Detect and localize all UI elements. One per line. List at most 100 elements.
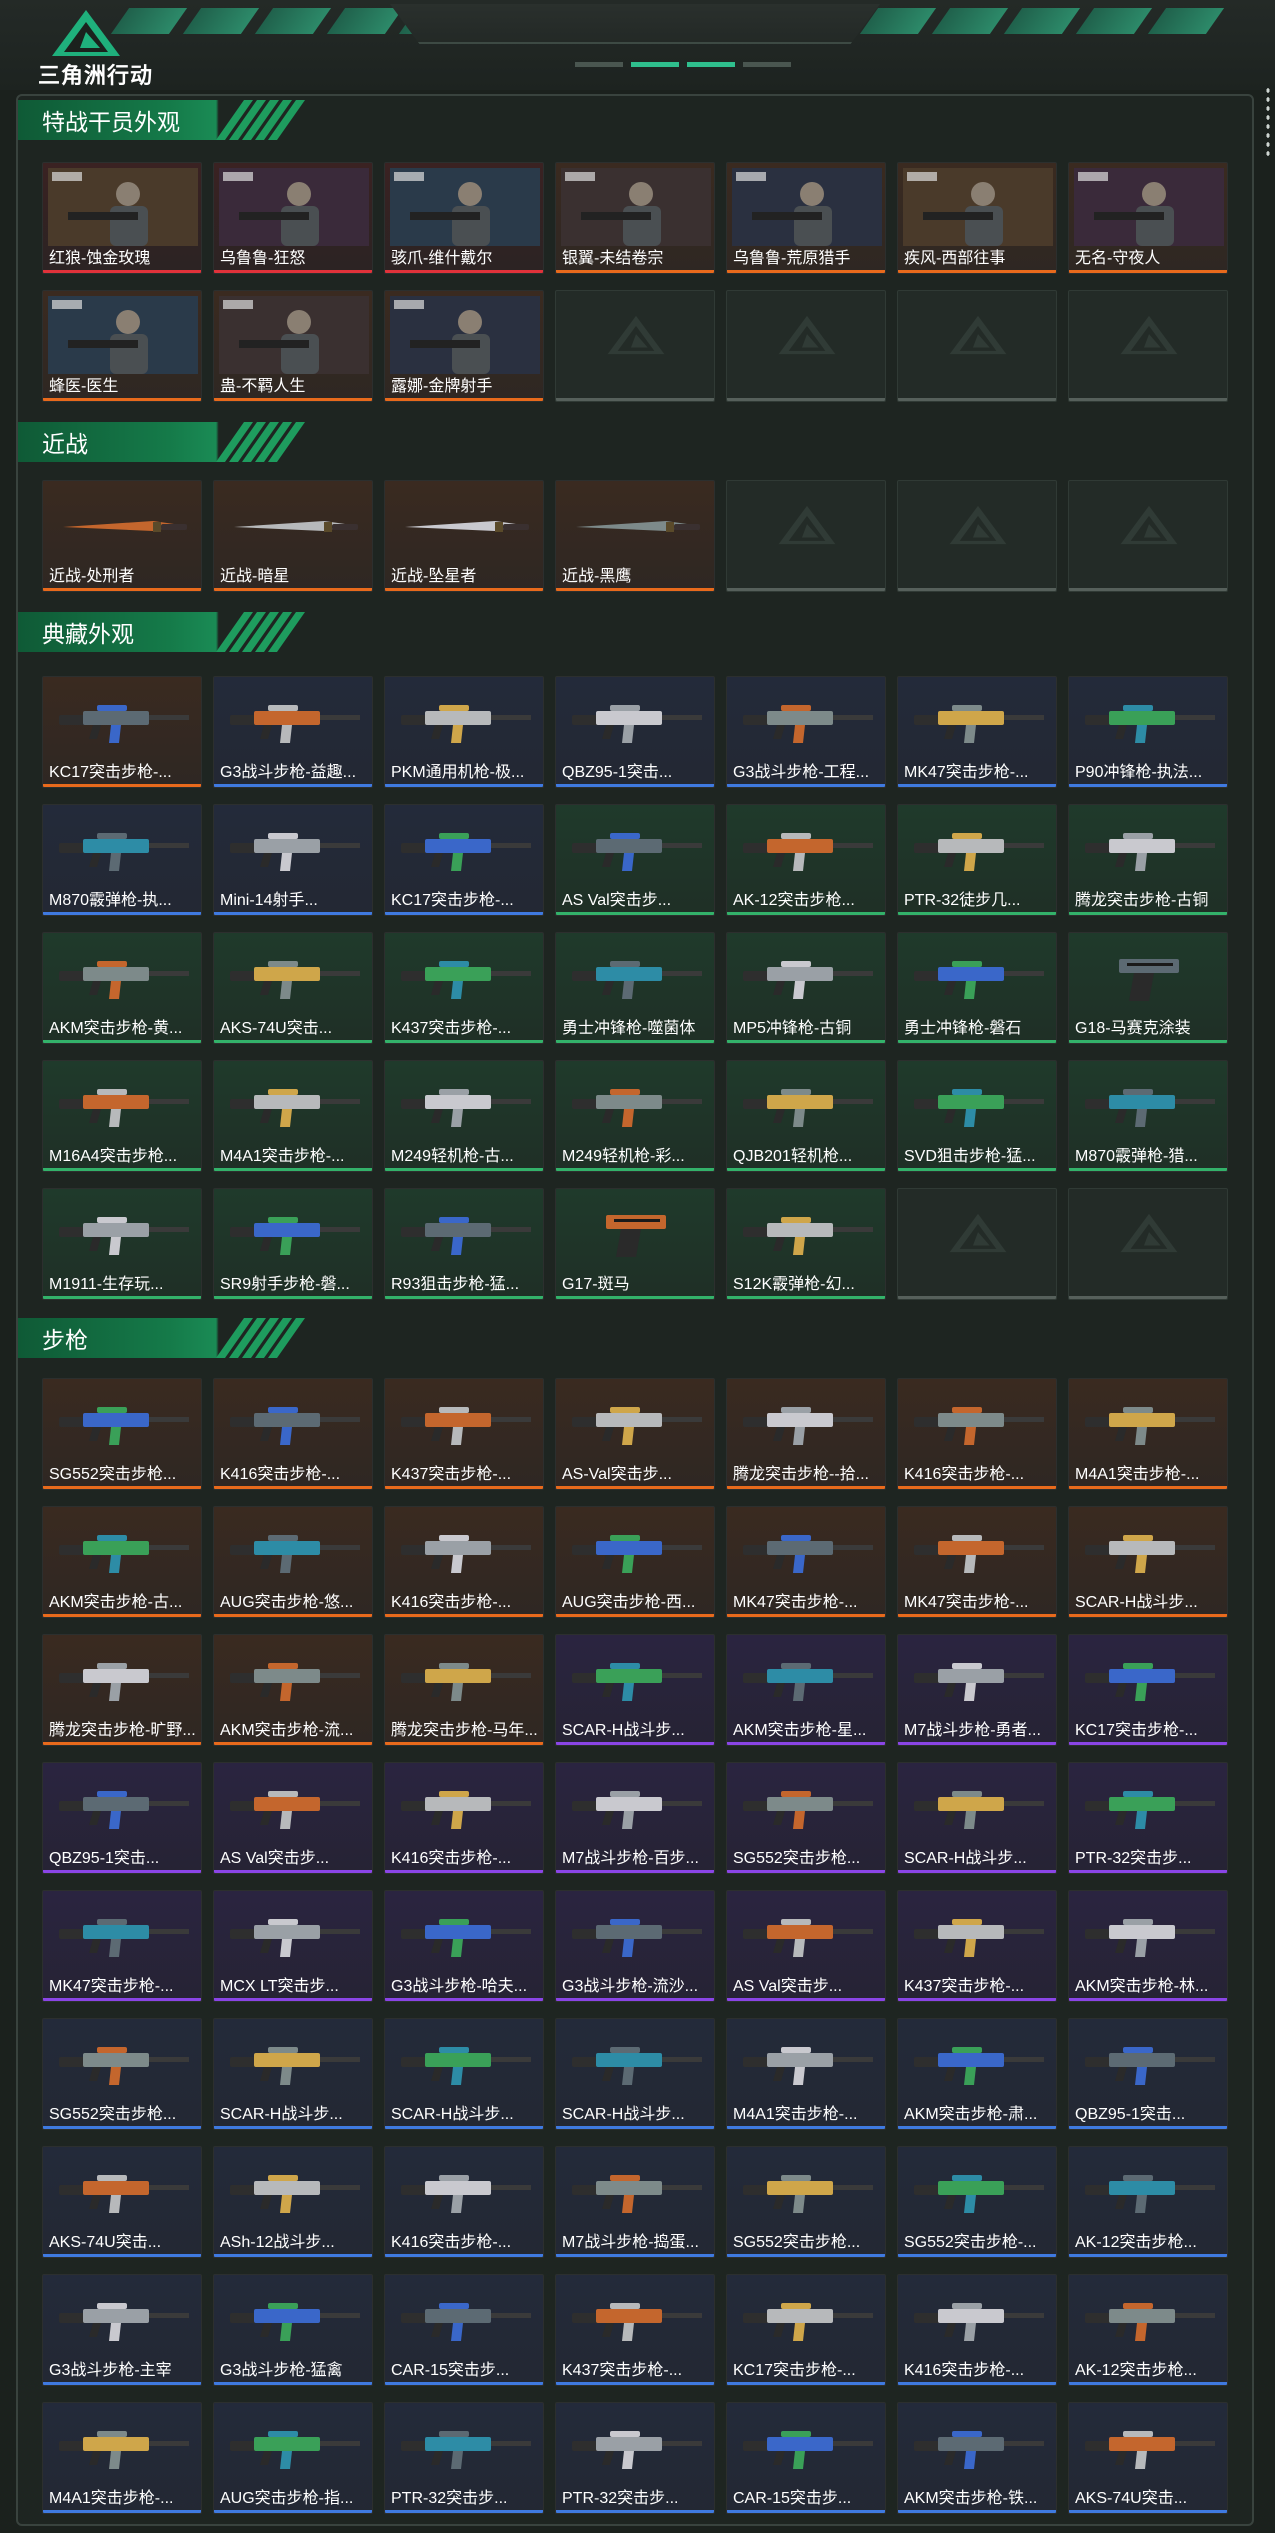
skin-card[interactable]: QBZ95-1突击...	[1068, 2018, 1228, 2130]
skin-card[interactable]: AKM突击步枪-肃...	[897, 2018, 1057, 2130]
skin-card[interactable]: MCX LT突击步...	[213, 1890, 373, 2002]
skin-card[interactable]: KC17突击步枪-...	[384, 804, 544, 916]
skin-card[interactable]: K437突击步枪-...	[555, 2274, 715, 2386]
skin-card[interactable]: PTR-32突击步...	[384, 2402, 544, 2514]
skin-card[interactable]: AK-12突击步枪...	[1068, 2274, 1228, 2386]
skin-card[interactable]: M7战斗步枪-捣蛋...	[555, 2146, 715, 2258]
skin-card[interactable]: PTR-32突击步...	[555, 2402, 715, 2514]
skin-card[interactable]: PTR-32徒步几...	[897, 804, 1057, 916]
skin-card[interactable]: R93狙击步枪-猛...	[384, 1188, 544, 1300]
skin-card[interactable]: G3战斗步枪-哈夫...	[384, 1890, 544, 2002]
skin-card[interactable]: M4A1突击步枪-...	[1068, 1378, 1228, 1490]
skin-card[interactable]: AS-Val突击步...	[555, 1378, 715, 1490]
skin-card[interactable]: 近战-坠星者	[384, 480, 544, 592]
skin-card[interactable]: 勇士冲锋枪-噬菌体	[555, 932, 715, 1044]
skin-card[interactable]: G18-马赛克涂装	[1068, 932, 1228, 1044]
skin-card[interactable]: 乌鲁鲁-狂怒	[213, 162, 373, 274]
skin-card[interactable]: 腾龙突击步枪-旷野...	[42, 1634, 202, 1746]
skin-card[interactable]: QBZ95-1突击...	[42, 1762, 202, 1874]
skin-card[interactable]: 无名-守夜人	[1068, 162, 1228, 274]
skin-card[interactable]: 近战-暗星	[213, 480, 373, 592]
skin-card[interactable]: SCAR-H战斗步...	[384, 2018, 544, 2130]
skin-card[interactable]: S12K霰弹枪-幻...	[726, 1188, 886, 1300]
skin-card[interactable]: K416突击步枪-...	[384, 1506, 544, 1618]
skin-card[interactable]: M1911-生存玩...	[42, 1188, 202, 1300]
skin-card[interactable]: QBZ95-1突击...	[555, 676, 715, 788]
skin-card[interactable]: SG552突击步枪-...	[897, 2146, 1057, 2258]
skin-card[interactable]: AKM突击步枪-古...	[42, 1506, 202, 1618]
skin-card[interactable]: G3战斗步枪-益趣...	[213, 676, 373, 788]
skin-card[interactable]: AUG突击步枪-指...	[213, 2402, 373, 2514]
skin-card[interactable]: PKM通用机枪-极...	[384, 676, 544, 788]
skin-card[interactable]: KC17突击步枪-...	[42, 676, 202, 788]
skin-card[interactable]: 腾龙突击步枪-古铜	[1068, 804, 1228, 916]
skin-card[interactable]: K416突击步枪-...	[213, 1378, 373, 1490]
skin-card[interactable]: G3战斗步枪-主宰	[42, 2274, 202, 2386]
skin-card[interactable]: KC17突击步枪-...	[1068, 1634, 1228, 1746]
skin-card[interactable]: 疾风-西部往事	[897, 162, 1057, 274]
skin-card[interactable]: G17-斑马	[555, 1188, 715, 1300]
skin-card[interactable]: CAR-15突击步...	[726, 2402, 886, 2514]
skin-card[interactable]: SCAR-H战斗步...	[897, 1762, 1057, 1874]
skin-card[interactable]: 骇爪-维什戴尔	[384, 162, 544, 274]
skin-card[interactable]: M249轻机枪-古...	[384, 1060, 544, 1172]
skin-card[interactable]: Mini-14射手...	[213, 804, 373, 916]
skin-card[interactable]: 银翼-未结卷宗	[555, 162, 715, 274]
skin-card[interactable]: QJB201轻机枪...	[726, 1060, 886, 1172]
skin-card[interactable]: P90冲锋枪-执法...	[1068, 676, 1228, 788]
skin-card[interactable]: AKM突击步枪-林...	[1068, 1890, 1228, 2002]
skin-card[interactable]: AS Val突击步...	[213, 1762, 373, 1874]
skin-card[interactable]: K416突击步枪-...	[384, 2146, 544, 2258]
skin-card[interactable]: M16A4突击步枪...	[42, 1060, 202, 1172]
skin-card[interactable]: ASh-12战斗步...	[213, 2146, 373, 2258]
skin-card[interactable]: SR9射手步枪-磐...	[213, 1188, 373, 1300]
skin-card[interactable]: K416突击步枪-...	[897, 2274, 1057, 2386]
skin-card[interactable]: AK-12突击步枪...	[726, 804, 886, 916]
skin-card[interactable]: AKM突击步枪-黄...	[42, 932, 202, 1044]
skin-card[interactable]: AKS-74U突击...	[213, 932, 373, 1044]
skin-card[interactable]: SCAR-H战斗步...	[555, 1634, 715, 1746]
skin-card[interactable]: M870霰弹枪-执...	[42, 804, 202, 916]
skin-card[interactable]: SVD狙击步枪-猛...	[897, 1060, 1057, 1172]
skin-card[interactable]: SCAR-H战斗步...	[555, 2018, 715, 2130]
skin-card[interactable]: SG552突击步枪...	[726, 2146, 886, 2258]
skin-card[interactable]: M249轻机枪-彩...	[555, 1060, 715, 1172]
skin-card[interactable]: AUG突击步枪-悠...	[213, 1506, 373, 1618]
skin-card[interactable]: SG552突击步枪...	[42, 2018, 202, 2130]
skin-card[interactable]: G3战斗步枪-流沙...	[555, 1890, 715, 2002]
skin-card[interactable]: MP5冲锋枪-古铜	[726, 932, 886, 1044]
skin-card[interactable]: AKS-74U突击...	[42, 2146, 202, 2258]
skin-card[interactable]: AKM突击步枪-星...	[726, 1634, 886, 1746]
skin-card[interactable]: SG552突击步枪...	[726, 1762, 886, 1874]
skin-card[interactable]: CAR-15突击步...	[384, 2274, 544, 2386]
skin-card[interactable]: AS Val突击步...	[555, 804, 715, 916]
skin-card[interactable]: MK47突击步枪-...	[897, 1506, 1057, 1618]
skin-card[interactable]: 乌鲁鲁-荒原猎手	[726, 162, 886, 274]
skin-card[interactable]: 近战-黑鹰	[555, 480, 715, 592]
skin-card[interactable]: AKM突击步枪-流...	[213, 1634, 373, 1746]
skin-card[interactable]: SCAR-H战斗步...	[213, 2018, 373, 2130]
skin-card[interactable]: K416突击步枪-...	[384, 1762, 544, 1874]
skin-card[interactable]: K437突击步枪-...	[384, 932, 544, 1044]
skin-card[interactable]: G3战斗步枪-猛禽	[213, 2274, 373, 2386]
skin-card[interactable]: 勇士冲锋枪-磐石	[897, 932, 1057, 1044]
skin-card[interactable]: SG552突击步枪...	[42, 1378, 202, 1490]
skin-card[interactable]: AUG突击步枪-西...	[555, 1506, 715, 1618]
skin-card[interactable]: 露娜-金牌射手	[384, 290, 544, 402]
skin-card[interactable]: M7战斗步枪-百步...	[555, 1762, 715, 1874]
skin-card[interactable]: 腾龙突击步枪-马年...	[384, 1634, 544, 1746]
skin-card[interactable]: MK47突击步枪-...	[897, 676, 1057, 788]
skin-card[interactable]: AS Val突击步...	[726, 1890, 886, 2002]
skin-card[interactable]: KC17突击步枪-...	[726, 2274, 886, 2386]
skin-card[interactable]: 蛊-不羁人生	[213, 290, 373, 402]
skin-card[interactable]: PTR-32突击步...	[1068, 1762, 1228, 1874]
skin-card[interactable]: G3战斗步枪-工程...	[726, 676, 886, 788]
skin-card[interactable]: AK-12突击步枪...	[1068, 2146, 1228, 2258]
skin-card[interactable]: 近战-处刑者	[42, 480, 202, 592]
skin-card[interactable]: M4A1突击步枪-...	[42, 2402, 202, 2514]
skin-card[interactable]: K437突击步枪-...	[897, 1890, 1057, 2002]
skin-card[interactable]: M4A1突击步枪-...	[213, 1060, 373, 1172]
skin-card[interactable]: MK47突击步枪-...	[42, 1890, 202, 2002]
skin-card[interactable]: M7战斗步枪-勇者...	[897, 1634, 1057, 1746]
skin-card[interactable]: AKS-74U突击...	[1068, 2402, 1228, 2514]
